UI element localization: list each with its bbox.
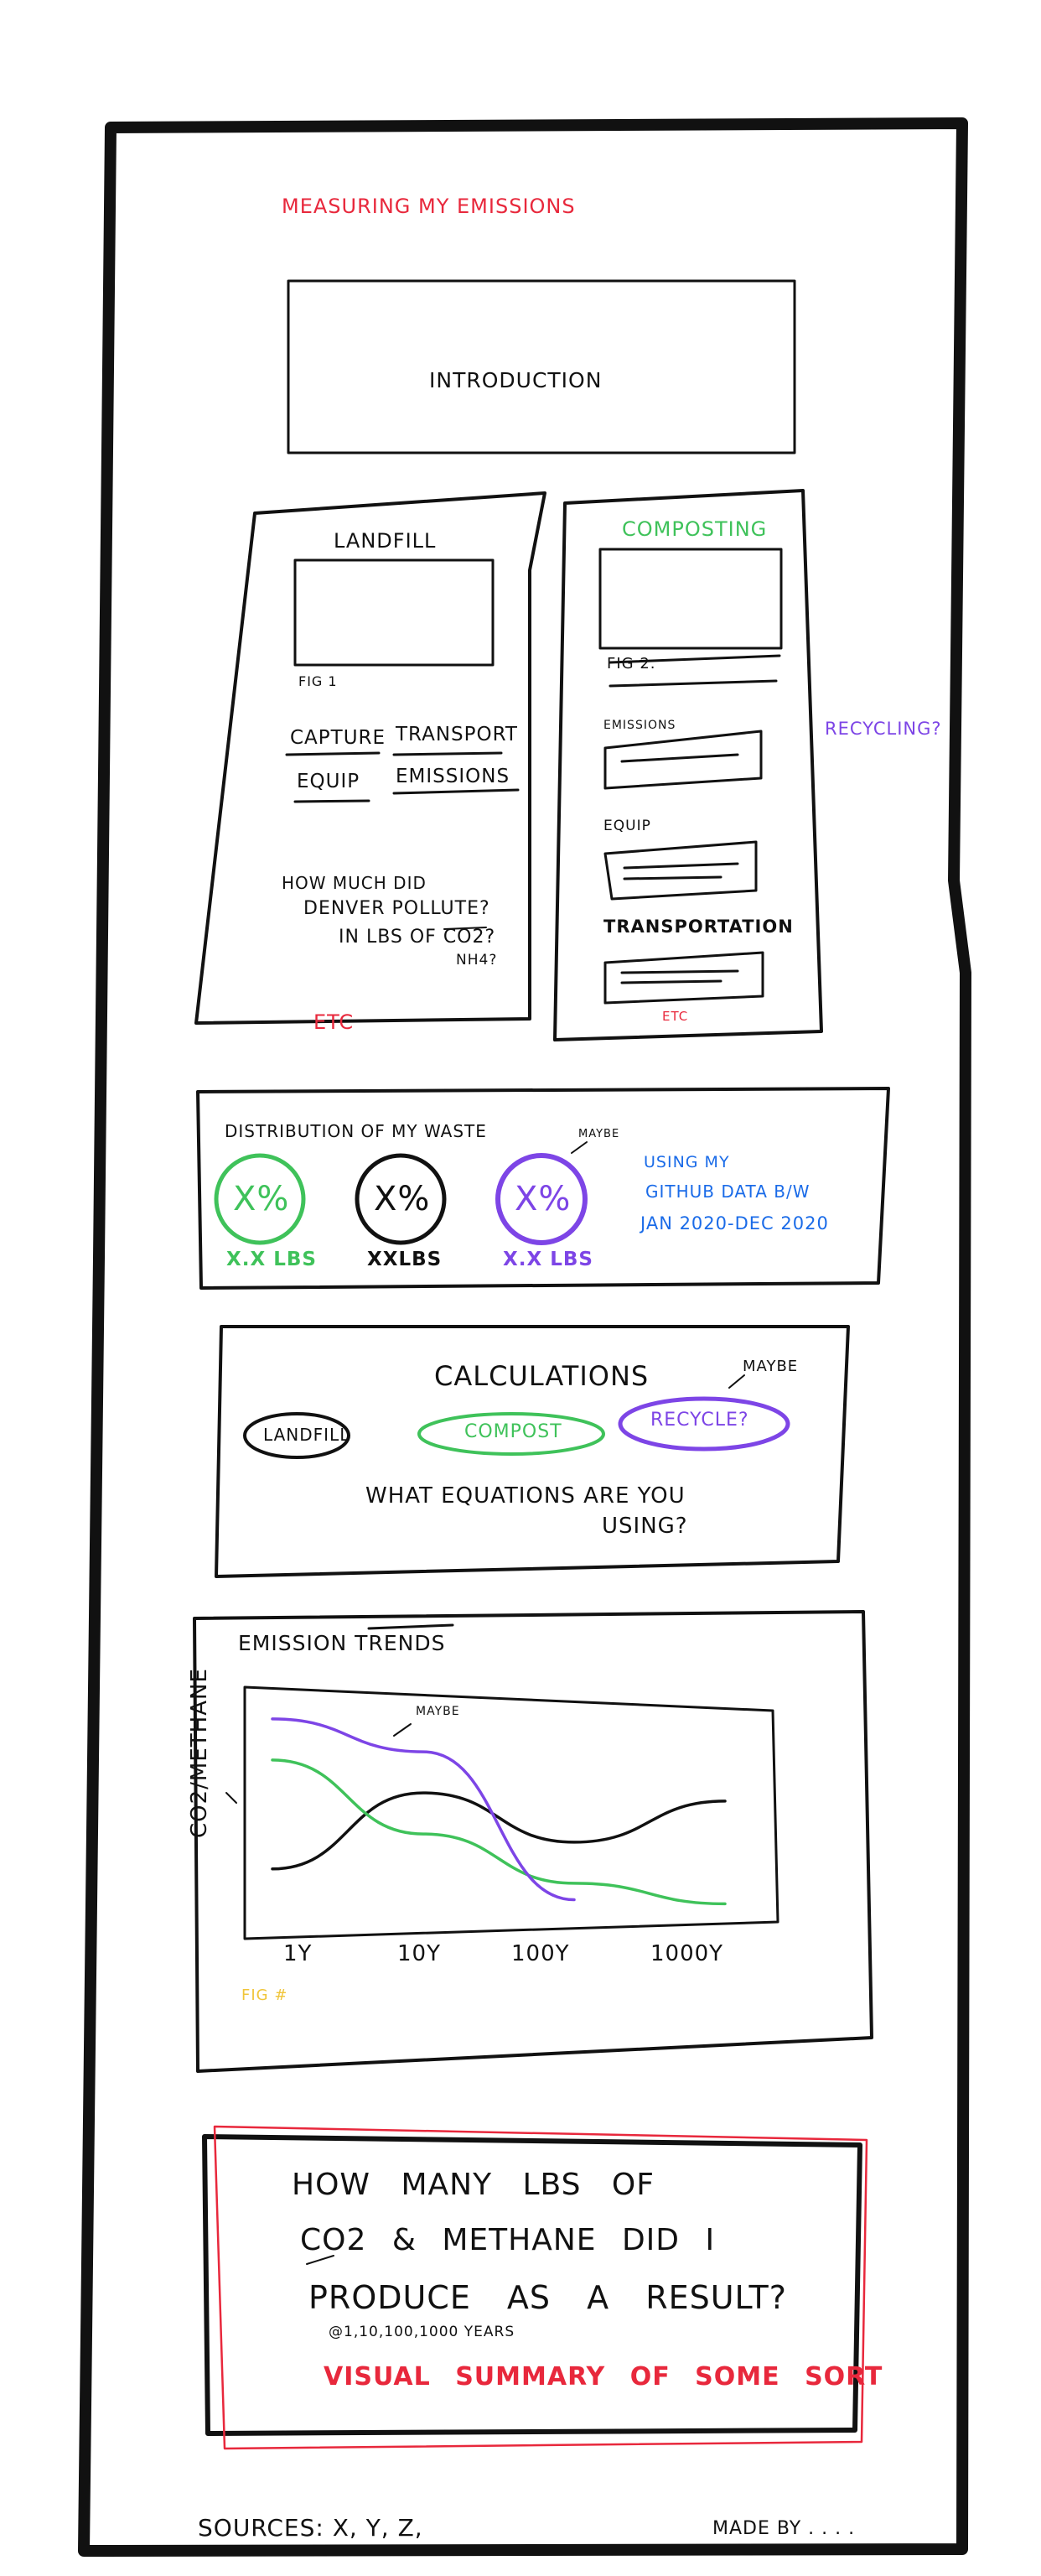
composting-title: COMPOSTING bbox=[622, 517, 768, 541]
calculations-title: CALCULATIONS bbox=[434, 1360, 650, 1392]
composting-equip: EQUIP bbox=[603, 818, 651, 834]
calc-compost: COMPOST bbox=[464, 1421, 562, 1442]
chart-ylabel-slash bbox=[225, 1792, 237, 1804]
summary-line-3: PRODUCE AS A RESULT? bbox=[308, 2279, 787, 2316]
summary-note: @1,10,100,1000 YEARS bbox=[329, 2324, 515, 2340]
footer-made-by: MADE BY . . . . bbox=[712, 2518, 856, 2539]
dist-lbs-green: X.X LBS bbox=[226, 1249, 317, 1270]
distribution-title: DISTRIBUTION OF MY WASTE bbox=[225, 1121, 487, 1141]
summary-visual: VISUAL SUMMARY OF SOME SORT bbox=[324, 2362, 883, 2392]
landfill-question-3: IN LBS OF CO2? bbox=[339, 927, 496, 948]
recycling-note: RECYCLING? bbox=[825, 719, 942, 739]
landfill-capture: CAPTURE bbox=[290, 727, 386, 749]
dist-note-3: JAN 2020-DEC 2020 bbox=[640, 1213, 829, 1233]
landfill-fig-placeholder bbox=[293, 558, 495, 667]
calculations-maybe: MAYBE bbox=[743, 1358, 799, 1375]
composting-etc: ETC bbox=[662, 1009, 689, 1024]
trends-xtick-1: 10Y bbox=[397, 1941, 441, 1966]
composting-emissions: EMISSIONS bbox=[603, 719, 676, 732]
landfill-transport: TRANSPORT bbox=[396, 724, 518, 745]
landfill-fig-caption: FIG 1 bbox=[298, 673, 338, 689]
composting-fig-placeholder bbox=[598, 548, 783, 650]
dist-lbs-purple: X.X LBS bbox=[503, 1249, 593, 1270]
trends-xtick-2: 100Y bbox=[511, 1941, 570, 1966]
trends-xtick-0: 1Y bbox=[283, 1941, 313, 1966]
summary-line-2: CO2 & METHANE DID I bbox=[300, 2223, 716, 2257]
comp-equip-bar bbox=[603, 840, 758, 901]
landfill-etc: ETC bbox=[313, 1010, 355, 1034]
trends-card bbox=[193, 1610, 873, 2073]
composting-fig-caption: FIG 2. bbox=[607, 655, 656, 673]
dist-pct-green: X% bbox=[233, 1180, 290, 1218]
footer-sources: SOURCES: X, Y, Z, bbox=[198, 2514, 423, 2542]
trend-series-2 bbox=[271, 1717, 576, 1902]
composting-transportation: TRANSPORTATION bbox=[603, 917, 794, 937]
landfill-equip: EQUIP bbox=[297, 771, 360, 792]
landfill-question-2: DENVER POLLUTE? bbox=[303, 898, 490, 919]
trends-xtick-3: 1000Y bbox=[650, 1941, 724, 1966]
landfill-title: LANDFILL bbox=[334, 529, 437, 553]
intro-box bbox=[287, 279, 796, 454]
calc-question-1: WHAT EQUATIONS ARE YOU bbox=[365, 1483, 686, 1509]
landfill-emissions: EMISSIONS bbox=[396, 766, 510, 787]
calc-recycle: RECYCLE? bbox=[650, 1410, 749, 1431]
page-title: MEASURING MY EMISSIONS bbox=[282, 195, 576, 218]
trends-ylabel: CO2/METHANE bbox=[187, 1668, 212, 1838]
landfill-question-1: HOW MUCH DID bbox=[282, 873, 427, 893]
comp-emissions-bar bbox=[603, 730, 763, 790]
trend-series-1 bbox=[271, 1758, 727, 1906]
dist-note-1: USING MY bbox=[644, 1153, 730, 1171]
comp-transport-bar bbox=[603, 951, 764, 1005]
trends-title: EMISSION TRENDS bbox=[238, 1631, 446, 1655]
distribution-maybe: MAYBE bbox=[578, 1128, 620, 1140]
trends-fig-caption: FIG # bbox=[241, 1987, 288, 2004]
summary-line-1: HOW MANY LBS OF bbox=[292, 2168, 655, 2202]
intro-label: INTRODUCTION bbox=[429, 368, 603, 392]
dist-lbs-black: XXLBS bbox=[367, 1249, 443, 1270]
trends-maybe: MAYBE bbox=[416, 1705, 460, 1718]
emission-trend-chart bbox=[271, 1717, 727, 1906]
calc-question-2: USING? bbox=[602, 1514, 688, 1539]
dist-pct-black: X% bbox=[374, 1180, 431, 1218]
calc-landfill: LANDFILL bbox=[263, 1425, 350, 1445]
landfill-nh4: NH4? bbox=[456, 952, 498, 969]
dist-note-2: GITHUB DATA B/W bbox=[645, 1182, 811, 1202]
dist-pct-purple: X% bbox=[515, 1180, 572, 1218]
